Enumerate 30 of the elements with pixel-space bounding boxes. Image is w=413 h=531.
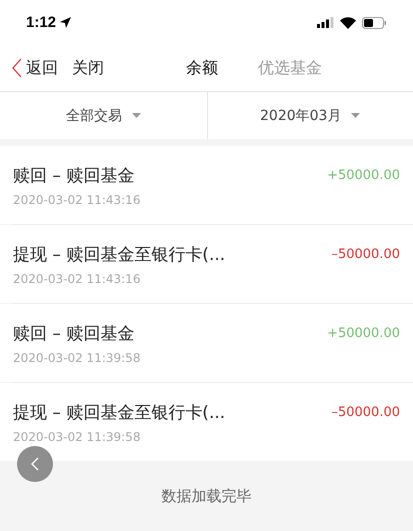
transaction-title: 赎回 – 赎回基金 <box>13 322 134 344</box>
dropdown-caret-icon <box>351 113 360 118</box>
back-button[interactable]: 返回 <box>8 58 62 78</box>
transaction-row[interactable]: 提现 – 赎回基金至银行卡(... –50000.00 2020-03-02 11:43:16 <box>0 225 413 303</box>
close-button[interactable]: 关闭 <box>68 58 108 78</box>
floating-back-button[interactable] <box>17 446 53 482</box>
transaction-time: 2020-03-02 11:39:58 <box>13 350 142 364</box>
dropdown-caret-icon <box>132 113 141 118</box>
back-chevron-icon <box>31 457 39 471</box>
transaction-amount: –50000.00 <box>331 404 400 420</box>
transaction-row[interactable]: 提现 – 赎回基金至银行卡(... –50000.00 2020-03-02 11:39:58 <box>0 383 413 461</box>
battery-icon <box>362 16 387 28</box>
transaction-time: 2020-03-02 11:39:58 <box>13 430 142 444</box>
transaction-time: 2020-03-02 11:43:16 <box>13 272 142 286</box>
transaction-title: 提现 – 赎回基金至银行卡(... <box>13 402 226 424</box>
tab[interactable]: 余额 <box>186 58 218 78</box>
transaction-amount: +50000.00 <box>327 168 400 182</box>
transaction-amount: –50000.00 <box>331 246 400 262</box>
status-time: 1:12 <box>26 14 56 31</box>
back-chevron-icon <box>12 58 22 78</box>
wifi-icon <box>340 16 356 28</box>
transaction-row[interactable]: 赎回 – 赎回基金 +50000.00 2020-03-02 11:43:16 <box>0 146 413 224</box>
location-arrow-icon <box>60 17 72 28</box>
transaction-title: 赎回 – 赎回基金 <box>13 164 134 186</box>
transaction-amount: +50000.00 <box>327 326 400 340</box>
load-complete-text: 数据加载完毕 <box>162 486 252 506</box>
signal-icon <box>317 17 334 28</box>
transaction-row[interactable]: 赎回 – 赎回基金 +50000.00 2020-03-02 11:39:58 <box>0 304 413 382</box>
transaction-time: 2020-03-02 11:43:16 <box>13 192 142 206</box>
transaction-title: 提现 – 赎回基金至银行卡(... <box>13 244 226 266</box>
